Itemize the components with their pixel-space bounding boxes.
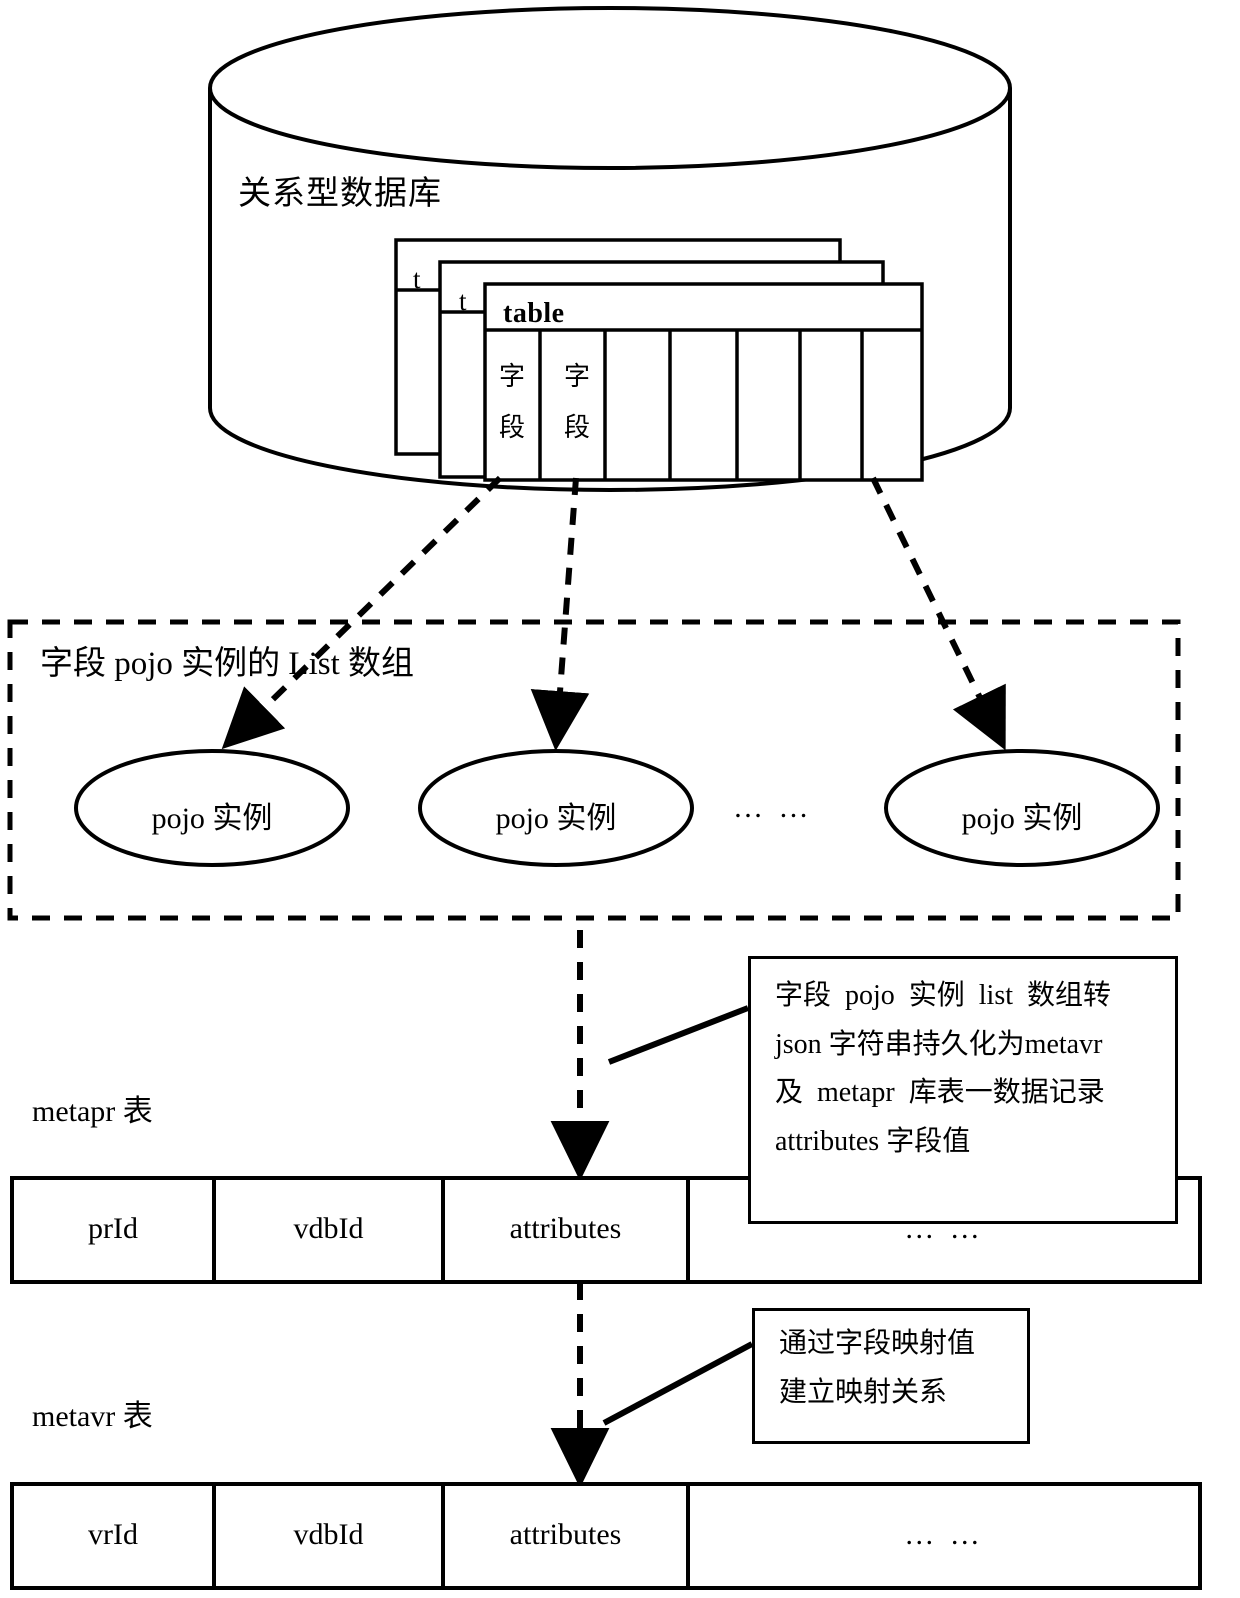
persist-note-line-4: attributes 字段值 <box>775 1125 971 1157</box>
persist-note-line-2: json 字符串持久化为metavr <box>775 1028 1103 1060</box>
metapr-cell-attributes: attributes <box>509 1212 622 1245</box>
metavr-cell-vdbid: vdbId <box>293 1518 364 1551</box>
metavr-table-caption: metavr 表 <box>32 1400 153 1433</box>
mapping-note-box: 通过字段映射值 建立映射关系 <box>752 1308 1030 1444</box>
arrow-to-pojo-2 <box>530 477 590 751</box>
leader-line-persist-note <box>607 1005 750 1065</box>
mapping-note-line-1: 通过字段映射值 <box>779 1328 976 1359</box>
database-label: 关系型数据库 <box>238 176 442 212</box>
table-sheet-back <box>394 238 842 456</box>
persist-note-box: 字段 pojo 实例 list 数组转 json 字符串持久化为metavr 及… <box>748 956 1178 1224</box>
arrow-to-pojo-1 <box>221 475 503 750</box>
mapping-note-line-2: 建立映射关系 <box>779 1376 948 1408</box>
table-sheet-back-label: t <box>413 264 421 294</box>
leader-line-mapping-note <box>602 1341 754 1426</box>
table-sheet-middle-label: t <box>459 286 467 316</box>
pojo-list-ellipsis: … … <box>733 791 813 824</box>
persist-note-line-1: 字段 pojo 实例 list 数组转 <box>775 980 1112 1011</box>
metapr-cell-prid: prId <box>88 1212 138 1245</box>
pojo-instance-3-label: pojo 实例 <box>961 802 1083 835</box>
table-sheet-front-title: table <box>503 298 565 329</box>
arrow-to-pojo-3 <box>870 476 1006 751</box>
metavr-cell-attributes: attributes <box>509 1518 622 1551</box>
table-field-cell-2: 字 段 <box>563 362 590 442</box>
metavr-cell-more: … … <box>904 1518 984 1551</box>
metapr-cell-vdbid: vdbId <box>293 1212 364 1245</box>
pojo-list-title: 字段 pojo 实例的 List 数组 <box>40 646 415 682</box>
table-to-pojo-arrows <box>221 475 1006 751</box>
database-cylinder <box>208 6 1012 492</box>
pojo-instance-1-label: pojo 实例 <box>151 802 273 835</box>
persist-note-line-3: 及 metapr 库表一数据记录 <box>775 1077 1105 1109</box>
pojo-instance-2-label: pojo 实例 <box>495 802 617 835</box>
diagram-canvas: 关系型数据库 t t table 字 段 字 段 字段 pojo 实例的 Lis… <box>0 0 1240 1598</box>
metavr-cell-vrid: vrId <box>88 1518 138 1551</box>
table-field-cell-1: 字 段 <box>498 362 525 442</box>
metapr-table-caption: metapr 表 <box>32 1095 153 1128</box>
